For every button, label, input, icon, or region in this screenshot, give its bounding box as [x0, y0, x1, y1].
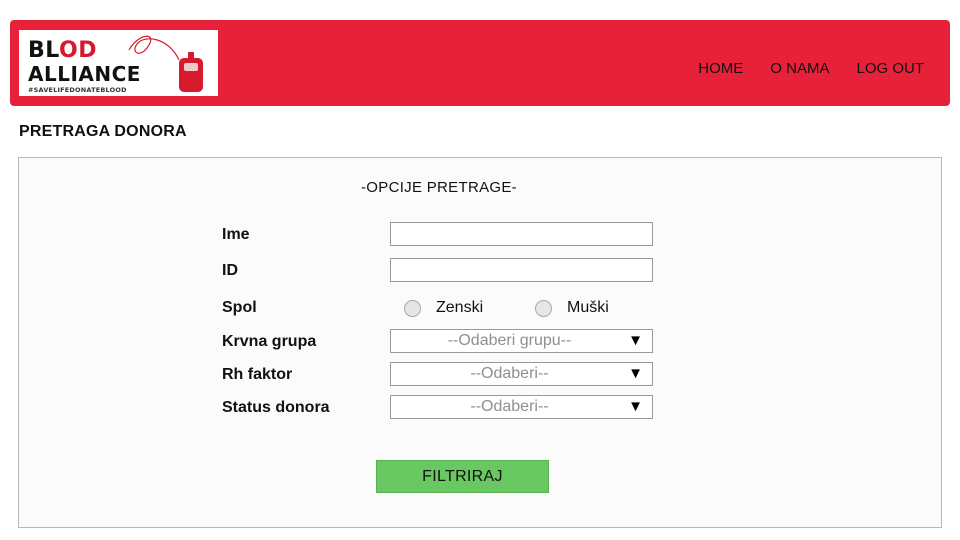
radio-muski-circle[interactable]: [535, 299, 552, 317]
chevron-down-icon[interactable]: ▼: [628, 332, 643, 349]
radio-zenski-circle[interactable]: [404, 299, 421, 317]
chevron-down-icon[interactable]: ▼: [628, 365, 643, 382]
ime-input[interactable]: [390, 222, 653, 246]
krvna-grupa-selected: --Odaberi grupu--: [447, 332, 572, 349]
header-bar: BLOD ALLIANCE #SAVELIFEDONATEBLOOD HOME …: [10, 20, 950, 106]
ime-label: Ime: [222, 226, 250, 243]
id-input[interactable]: [390, 258, 653, 282]
radio-zenski[interactable]: Zenski: [404, 298, 483, 318]
krvna-grupa-label: Krvna grupa: [222, 333, 317, 350]
status-donora-label: Status donora: [222, 399, 330, 416]
blood-alliance-logo[interactable]: BLOD ALLIANCE #SAVELIFEDONATEBLOOD: [19, 30, 218, 96]
id-label: ID: [222, 262, 238, 279]
status-donora-selected: --Odaberi--: [470, 398, 549, 415]
krvna-grupa-select[interactable]: --Odaberi grupu-- ▼: [390, 329, 653, 353]
nav-o-nama-link[interactable]: O NAMA: [770, 60, 829, 77]
page-title: PRETRAGA DONORA: [19, 123, 187, 140]
nav-home-link[interactable]: HOME: [698, 60, 743, 77]
panel-title: -OPCIJE PRETRAGE-: [361, 179, 517, 196]
spol-label: Spol: [222, 299, 257, 316]
filtriraj-button[interactable]: FILTRIRAJ: [376, 460, 549, 493]
rh-faktor-label: Rh faktor: [222, 366, 293, 383]
nav-logout-link[interactable]: LOG OUT: [856, 60, 924, 77]
main-nav: HOME O NAMA LOG OUT: [698, 60, 924, 77]
radio-muski-label: Muški: [567, 299, 609, 316]
search-panel: -OPCIJE PRETRAGE- Ime ID Spol Zenski Muš…: [18, 157, 942, 528]
status-donora-select[interactable]: --Odaberi-- ▼: [390, 395, 653, 419]
radio-zenski-label: Zenski: [436, 299, 484, 316]
radio-muski[interactable]: Muški: [535, 298, 609, 318]
rh-faktor-select[interactable]: --Odaberi-- ▼: [390, 362, 653, 386]
chevron-down-icon[interactable]: ▼: [628, 398, 643, 415]
logo-text: BLOD ALLIANCE #SAVELIFEDONATEBLOOD: [28, 38, 141, 94]
rh-faktor-selected: --Odaberi--: [470, 365, 549, 382]
